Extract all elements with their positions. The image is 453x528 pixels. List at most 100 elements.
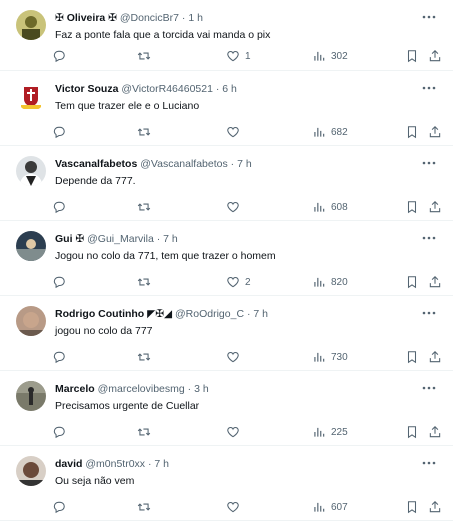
like-count: 2 <box>245 276 251 288</box>
user-handle[interactable]: @marcelovibesmg <box>98 383 185 395</box>
bookmark-button[interactable] <box>405 423 419 441</box>
user-handle[interactable]: @Vascanalfabetos <box>140 158 228 170</box>
retweet-button[interactable] <box>137 123 156 141</box>
user-handle[interactable]: @VictorR46460521 <box>121 83 213 95</box>
views-button[interactable]: 225 <box>312 423 348 441</box>
view-count: 225 <box>331 426 348 438</box>
tweet[interactable]: david @m0n5tr0xx · 7 h Ou seja não vem 6… <box>0 446 453 521</box>
tweet[interactable]: Marcelo @marcelovibesmg · 3 h Precisamos… <box>0 371 453 446</box>
retweet-button[interactable] <box>137 348 156 366</box>
views-button[interactable]: 682 <box>312 123 348 141</box>
separator: · <box>156 233 161 245</box>
tweet[interactable]: Victor Souza @VictorR46460521 · 6 h Tem … <box>0 71 453 146</box>
views-button[interactable]: 607 <box>312 498 348 516</box>
tweet[interactable]: ✠ Oliveira ✠ @DoncicBr7 · 1 h Faz a pont… <box>0 0 453 71</box>
like-button[interactable]: 2 <box>226 273 251 291</box>
display-name[interactable]: Victor Souza <box>55 83 118 95</box>
display-name[interactable]: ✠ Oliveira ✠ <box>55 12 117 24</box>
timestamp[interactable]: 7 h <box>154 458 169 470</box>
more-icon[interactable] <box>419 380 439 396</box>
like-button[interactable]: 1 <box>226 47 251 65</box>
share-button[interactable] <box>428 348 442 366</box>
display-name[interactable]: Gui ✠ <box>55 233 84 245</box>
tweet[interactable]: Vascanalfabetos @Vascanalfabetos · 7 h D… <box>0 146 453 221</box>
user-handle[interactable]: @RoOdrigo_C <box>175 308 244 320</box>
avatar[interactable] <box>16 306 46 336</box>
tweet-text: Tem que trazer ele e o Luciano <box>55 100 200 112</box>
share-icon <box>429 126 441 138</box>
reply-icon <box>53 50 65 63</box>
reply-button[interactable] <box>52 198 71 216</box>
reply-button[interactable] <box>52 123 71 141</box>
like-button[interactable] <box>226 348 245 366</box>
views-icon <box>314 202 325 212</box>
reply-button[interactable] <box>52 348 71 366</box>
more-icon[interactable] <box>419 80 439 96</box>
reply-button[interactable] <box>52 273 71 291</box>
more-icon[interactable] <box>419 230 439 246</box>
avatar[interactable] <box>16 156 46 186</box>
like-button[interactable] <box>226 198 245 216</box>
bookmark-button[interactable] <box>405 47 419 65</box>
views-button[interactable]: 608 <box>312 198 348 216</box>
timestamp[interactable]: 7 h <box>253 308 268 320</box>
timestamp[interactable]: 7 h <box>163 233 178 245</box>
like-button[interactable] <box>226 123 245 141</box>
retweet-button[interactable] <box>137 498 156 516</box>
views-button[interactable]: 302 <box>312 47 348 65</box>
display-name[interactable]: Marcelo <box>55 383 95 395</box>
avatar[interactable] <box>16 231 46 261</box>
retweet-button[interactable] <box>137 198 156 216</box>
like-button[interactable] <box>226 498 245 516</box>
retweet-icon <box>137 52 151 60</box>
views-button[interactable]: 820 <box>312 273 348 291</box>
reply-button[interactable] <box>52 498 71 516</box>
reply-button[interactable] <box>52 47 71 65</box>
retweet-button[interactable] <box>137 273 156 291</box>
share-button[interactable] <box>428 123 442 141</box>
bookmark-button[interactable] <box>405 123 419 141</box>
avatar[interactable] <box>16 456 46 486</box>
user-handle[interactable]: @DoncicBr7 <box>120 12 179 24</box>
views-button[interactable]: 730 <box>312 348 348 366</box>
timestamp[interactable]: 3 h <box>194 383 209 395</box>
more-icon[interactable] <box>419 9 439 25</box>
bookmark-icon <box>407 201 417 214</box>
more-icon[interactable] <box>419 455 439 471</box>
bookmark-button[interactable] <box>405 273 419 291</box>
share-button[interactable] <box>428 273 442 291</box>
bookmark-button[interactable] <box>405 498 419 516</box>
like-button[interactable] <box>226 423 245 441</box>
retweet-button[interactable] <box>137 423 156 441</box>
timestamp[interactable]: 6 h <box>222 83 237 95</box>
views-icon <box>314 502 325 512</box>
timestamp[interactable]: 7 h <box>237 158 252 170</box>
tweet-header: Marcelo @marcelovibesmg · 3 h <box>55 382 413 396</box>
tweet-header: ✠ Oliveira ✠ @DoncicBr7 · 1 h <box>55 11 413 25</box>
share-button[interactable] <box>428 198 442 216</box>
share-button[interactable] <box>428 423 442 441</box>
user-handle[interactable]: @Gui_Marvila <box>87 233 154 245</box>
heart-icon <box>227 352 239 363</box>
timestamp[interactable]: 1 h <box>188 12 203 24</box>
retweet-button[interactable] <box>137 47 156 65</box>
more-icon[interactable] <box>419 155 439 171</box>
avatar[interactable] <box>16 81 46 111</box>
more-icon[interactable] <box>419 305 439 321</box>
view-count: 607 <box>331 501 348 513</box>
bookmark-button[interactable] <box>405 348 419 366</box>
user-handle[interactable]: @m0n5tr0xx <box>85 458 145 470</box>
reply-button[interactable] <box>52 423 71 441</box>
share-button[interactable] <box>428 47 442 65</box>
tweet[interactable]: Gui ✠ @Gui_Marvila · 7 h Jogou no colo d… <box>0 221 453 296</box>
view-count: 730 <box>331 351 348 363</box>
bookmark-button[interactable] <box>405 198 419 216</box>
display-name[interactable]: Vascanalfabetos <box>55 158 137 170</box>
tweet[interactable]: Rodrigo Coutinho ◤✠◢ @RoOdrigo_C · 7 h j… <box>0 296 453 371</box>
display-name[interactable]: Rodrigo Coutinho ◤✠◢ <box>55 308 172 320</box>
tweet-text: Depende da 777. <box>55 175 136 187</box>
avatar[interactable] <box>16 10 46 40</box>
share-button[interactable] <box>428 498 442 516</box>
avatar[interactable] <box>16 381 46 411</box>
display-name[interactable]: david <box>55 458 82 470</box>
